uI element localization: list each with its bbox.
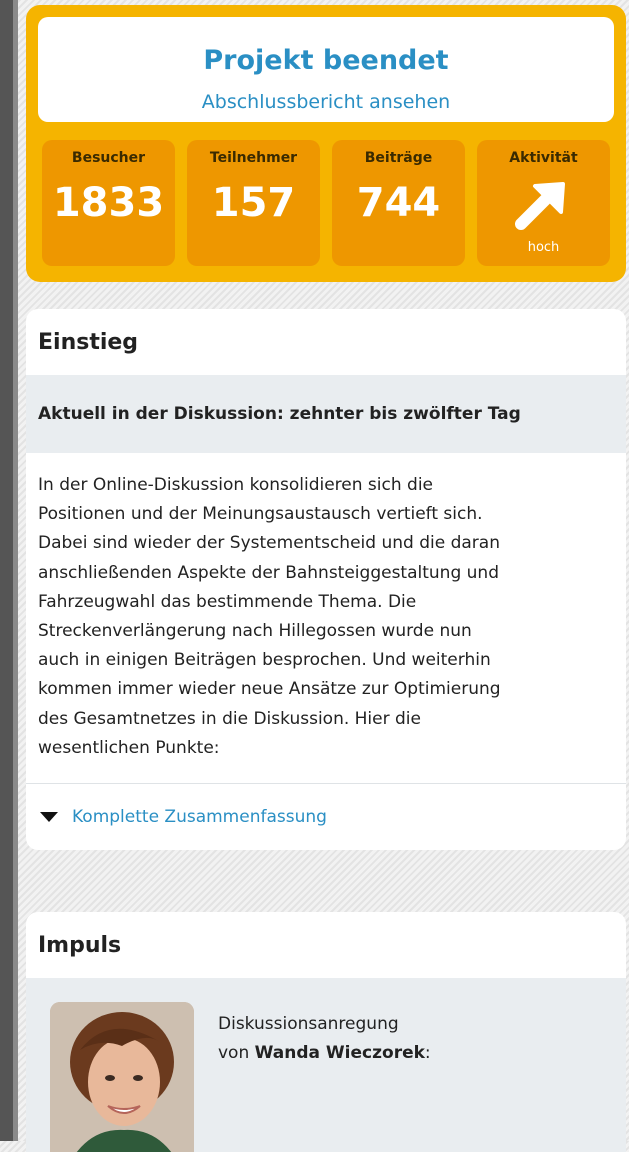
stat-participants-label: Teilnehmer: [209, 150, 298, 166]
author-avatar: [50, 1002, 194, 1152]
full-summary-toggle-label[interactable]: Komplette Zusammenfassung: [72, 807, 327, 827]
summary-line: Fahrzeugwahl das bestimmende Thema. Die: [38, 591, 417, 612]
einstieg-heading: Einstieg: [38, 329, 139, 355]
impuls-von: von: [218, 1043, 250, 1063]
summary-line: In der Online-Diskussion konsolidieren s…: [38, 475, 434, 495]
summary-line: wesentlichen Punkte:: [38, 737, 220, 758]
summary-line: Positionen und der Meinungsaustausch ver…: [38, 504, 483, 525]
stat-posts-value: 744: [356, 180, 441, 226]
stat-participants: Teilnehmer 157: [187, 140, 320, 266]
arrow-up-right-icon: [515, 182, 565, 230]
full-summary-toggle[interactable]: Komplette Zusammenfassung: [26, 783, 626, 850]
summary-line: kommen immer wieder neue Ansätze zur Opt…: [38, 679, 501, 700]
impuls-label: Diskussionsanregung: [218, 1014, 399, 1034]
impuls-colon: :: [424, 1043, 431, 1063]
stat-activity-level: hoch: [527, 240, 560, 255]
stat-visitors: Besucher 1833: [42, 140, 175, 266]
stat-participants-value: 157: [211, 180, 296, 226]
stat-posts: Beiträge 744: [332, 140, 465, 266]
impuls-card: Impuls Diskussionsanregung von Wanda Wie…: [26, 912, 626, 1152]
stat-activity: Aktivität hoch: [477, 140, 610, 266]
summary-line: Streckenverlängerung nach Hillegossen wu…: [38, 621, 472, 642]
impuls-body: Diskussionsanregung von Wanda Wieczorek:: [26, 978, 626, 1152]
summary-line: auch in einigen Beiträgen besprochen. Un…: [38, 650, 491, 671]
stat-visitors-label: Besucher: [71, 150, 146, 166]
impuls-author-line: von Wanda Wieczorek:: [218, 1039, 431, 1068]
status-title: Projekt beendet: [203, 45, 449, 76]
final-report-link[interactable]: Abschlussbericht ansehen: [38, 91, 614, 113]
author-name: Wanda Wieczorek: [254, 1043, 425, 1063]
einstieg-card: Einstieg Aktuell in der Diskussion: zehn…: [26, 309, 626, 851]
einstieg-summary: In der Online-Diskussion konsolidieren s…: [26, 453, 626, 783]
stat-activity-label: Aktivität: [509, 150, 578, 166]
summary-line: des Gesamtnetzes in die Diskussion. Hier…: [38, 708, 421, 729]
caret-down-icon: [40, 812, 58, 823]
summary-line: anschließenden Aspekte der Bahnsteiggest…: [38, 562, 499, 583]
impuls-text: Diskussionsanregung von Wanda Wieczorek:: [218, 1010, 431, 1068]
left-edge-bar: [0, 0, 13, 1141]
summary-line: Dabei sind wieder der Systementscheid un…: [38, 533, 500, 554]
einstieg-subheading: Aktuell in der Diskussion: zehnter bis z…: [26, 375, 626, 453]
status-box: Projekt beendet Abschlussbericht ansehen: [38, 17, 614, 122]
impuls-heading: Impuls: [38, 932, 122, 958]
stat-visitors-value: 1833: [52, 180, 165, 226]
stat-posts-label: Beiträge: [364, 150, 433, 166]
project-status-panel: Projekt beendet Abschlussbericht ansehen…: [26, 5, 626, 282]
left-edge-bar-inner: [13, 0, 18, 1141]
author-photo: [50, 1002, 194, 1152]
